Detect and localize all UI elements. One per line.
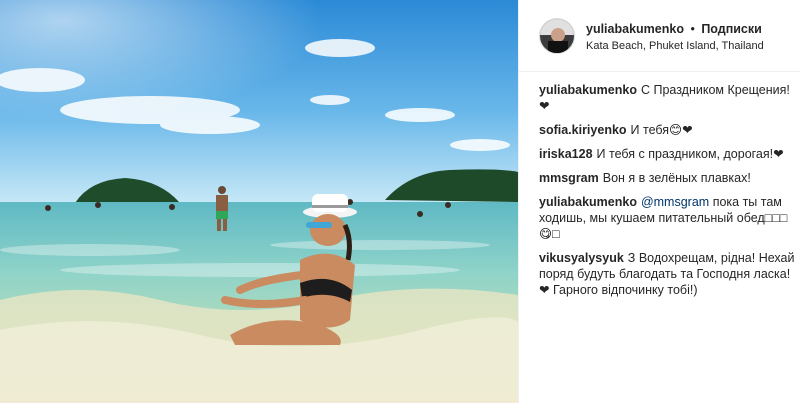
post-header: yuliabakumenko • Подписки Kata Beach, Ph…	[519, 0, 800, 72]
header-line: yuliabakumenko • Подписки	[586, 22, 762, 36]
comment-username[interactable]: vikusyalysyuk	[539, 251, 624, 265]
comment-mention-link[interactable]: @mmsgram	[641, 195, 709, 209]
comment-item: mmsgram Вон я в зелёных плавках!	[539, 170, 797, 186]
comments-list: yuliabakumenko С Праздником Крещения! ❤ s…	[539, 82, 797, 306]
comment-item: sofia.kiriyenko И тебя😊❤	[539, 122, 797, 138]
comment-username[interactable]: yuliabakumenko	[539, 83, 637, 97]
comment-text: Вон я в зелёных плавках!	[602, 171, 751, 185]
comment-text: И тебя с праздником, дорогая!❤	[596, 147, 784, 161]
post-author-username[interactable]: yuliabakumenko	[586, 22, 684, 36]
comment-username[interactable]: iriska128	[539, 147, 593, 161]
comment-item: vikusyalysyuk З Водохрещам, рідна! Нехай …	[539, 250, 797, 298]
header-separator: •	[690, 22, 695, 36]
comment-username[interactable]: yuliabakumenko	[539, 195, 637, 209]
following-button[interactable]: Подписки	[701, 22, 762, 36]
post-details-pane: yuliabakumenko • Подписки Kata Beach, Ph…	[518, 0, 800, 403]
avatar-photo-icon	[540, 19, 574, 53]
comment-item: iriska128 И тебя с праздником, дорогая!❤	[539, 146, 797, 162]
comment-item: yuliabakumenko С Праздником Крещения! ❤	[539, 82, 797, 114]
avatar[interactable]	[539, 18, 575, 54]
post-photo[interactable]	[0, 0, 518, 403]
comment-username[interactable]: sofia.kiriyenko	[539, 123, 627, 137]
beach-photo-image	[0, 0, 518, 403]
comment-text: И тебя😊❤	[630, 123, 693, 137]
comment-username[interactable]: mmsgram	[539, 171, 599, 185]
comment-item: yuliabakumenko @mmsgram пока ты там ходиш…	[539, 194, 797, 242]
post-location-link[interactable]: Kata Beach, Phuket Island, Thailand	[586, 40, 764, 52]
